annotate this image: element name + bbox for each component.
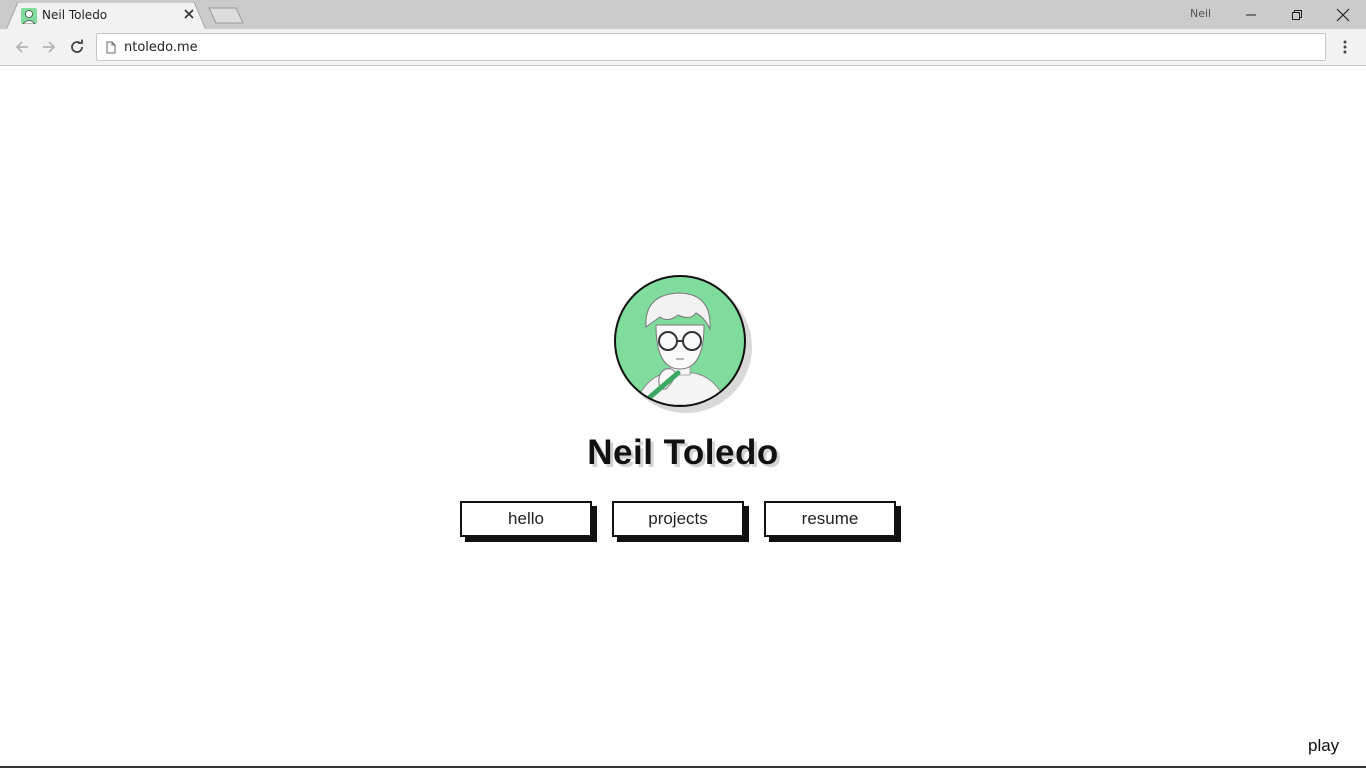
site-title: Neil Toledo [587,433,779,472]
page-content: Neil Toledo hello projects resume play [0,67,1366,768]
address-bar[interactable]: ntoledo.me [96,33,1326,61]
reload-button[interactable] [66,36,88,58]
close-window-button[interactable] [1320,0,1366,29]
browser-toolbar: ntoledo.me [0,29,1366,66]
browser-tab-active[interactable]: Neil Toledo [6,2,208,30]
site-favicon-icon [21,8,37,24]
reload-icon [71,39,83,53]
browser-menu-button[interactable] [1335,36,1355,58]
close-icon [1336,8,1350,21]
avatar [614,275,752,413]
back-arrow-icon [15,41,28,53]
forward-arrow-icon [43,41,56,53]
portrait-illustration-icon [633,292,729,405]
browser-titlebar: Neil Toledo Neil [0,0,1366,30]
page-icon [106,41,116,54]
profile-name[interactable]: Neil [1190,7,1211,20]
new-tab-button[interactable] [208,7,244,24]
main-nav: hello projects resume [460,501,910,545]
minimize-icon [1246,14,1256,15]
forward-button[interactable] [38,36,60,58]
minimize-button[interactable] [1228,0,1274,29]
tab-title: Neil Toledo [42,8,108,22]
restore-button[interactable] [1274,0,1320,29]
back-button[interactable] [11,36,33,58]
play-link[interactable]: play [1308,736,1339,756]
kebab-menu-icon [1343,40,1347,54]
projects-button[interactable]: projects [612,501,744,537]
hello-button[interactable]: hello [460,501,592,537]
resume-button[interactable]: resume [764,501,896,537]
restore-icon [1292,9,1302,20]
avatar-image [614,275,746,407]
url-text[interactable]: ntoledo.me [124,40,198,55]
tab-close-icon[interactable] [182,7,196,21]
